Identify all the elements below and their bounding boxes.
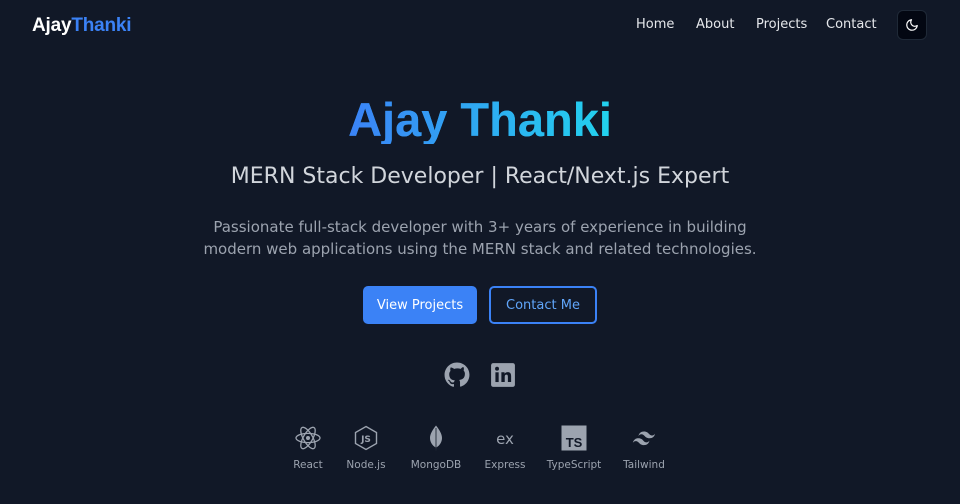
tech-item-mongodb: MongoDB [396, 424, 476, 471]
hero-title: Ajay Thanki [0, 92, 960, 144]
github-link[interactable] [444, 362, 470, 388]
linkedin-link[interactable] [490, 362, 516, 388]
hero-subtitle: MERN Stack Developer | React/Next.js Exp… [230, 164, 730, 189]
svg-text:JS: JS [360, 435, 371, 445]
nav-link-about[interactable]: About [696, 17, 734, 32]
tech-label: MongoDB [410, 459, 462, 471]
svg-text:ex: ex [496, 430, 514, 448]
contact-me-button[interactable]: Contact Me [489, 286, 597, 324]
github-icon [444, 362, 470, 387]
linkedin-icon [491, 363, 515, 387]
mongodb-icon [430, 425, 442, 451]
nav-links: Home About Projects Contact [0, 17, 960, 37]
tech-label: TypeScript [546, 459, 602, 471]
nav-link-home[interactable]: Home [636, 17, 674, 32]
nav-link-contact[interactable]: Contact [826, 17, 877, 32]
theme-toggle-button[interactable] [897, 10, 927, 40]
tech-item-tailwind: Tailwind [604, 424, 684, 471]
nav-link-projects[interactable]: Projects [756, 17, 807, 32]
navbar: AjayThanki Home About Projects Contact [0, 0, 960, 52]
tech-item-nodejs: JS Node.js [326, 424, 406, 471]
tech-label: Express [484, 459, 526, 471]
typescript-icon: TS [561, 425, 587, 451]
react-icon [295, 426, 321, 450]
view-projects-button[interactable]: View Projects [363, 286, 477, 324]
svg-text:TS: TS [566, 435, 583, 450]
hero-description: Passionate full-stack developer with 3+ … [203, 218, 757, 258]
tech-item-typescript: TS TypeScript [534, 424, 614, 471]
express-icon: ex [496, 430, 514, 448]
tailwind-icon [632, 431, 656, 446]
tech-item-express: ex Express [465, 424, 545, 471]
tech-label: Node.js [346, 459, 386, 471]
moon-icon [906, 19, 918, 31]
nodejs-icon: JS [354, 425, 378, 451]
tech-label: Tailwind [623, 459, 665, 471]
